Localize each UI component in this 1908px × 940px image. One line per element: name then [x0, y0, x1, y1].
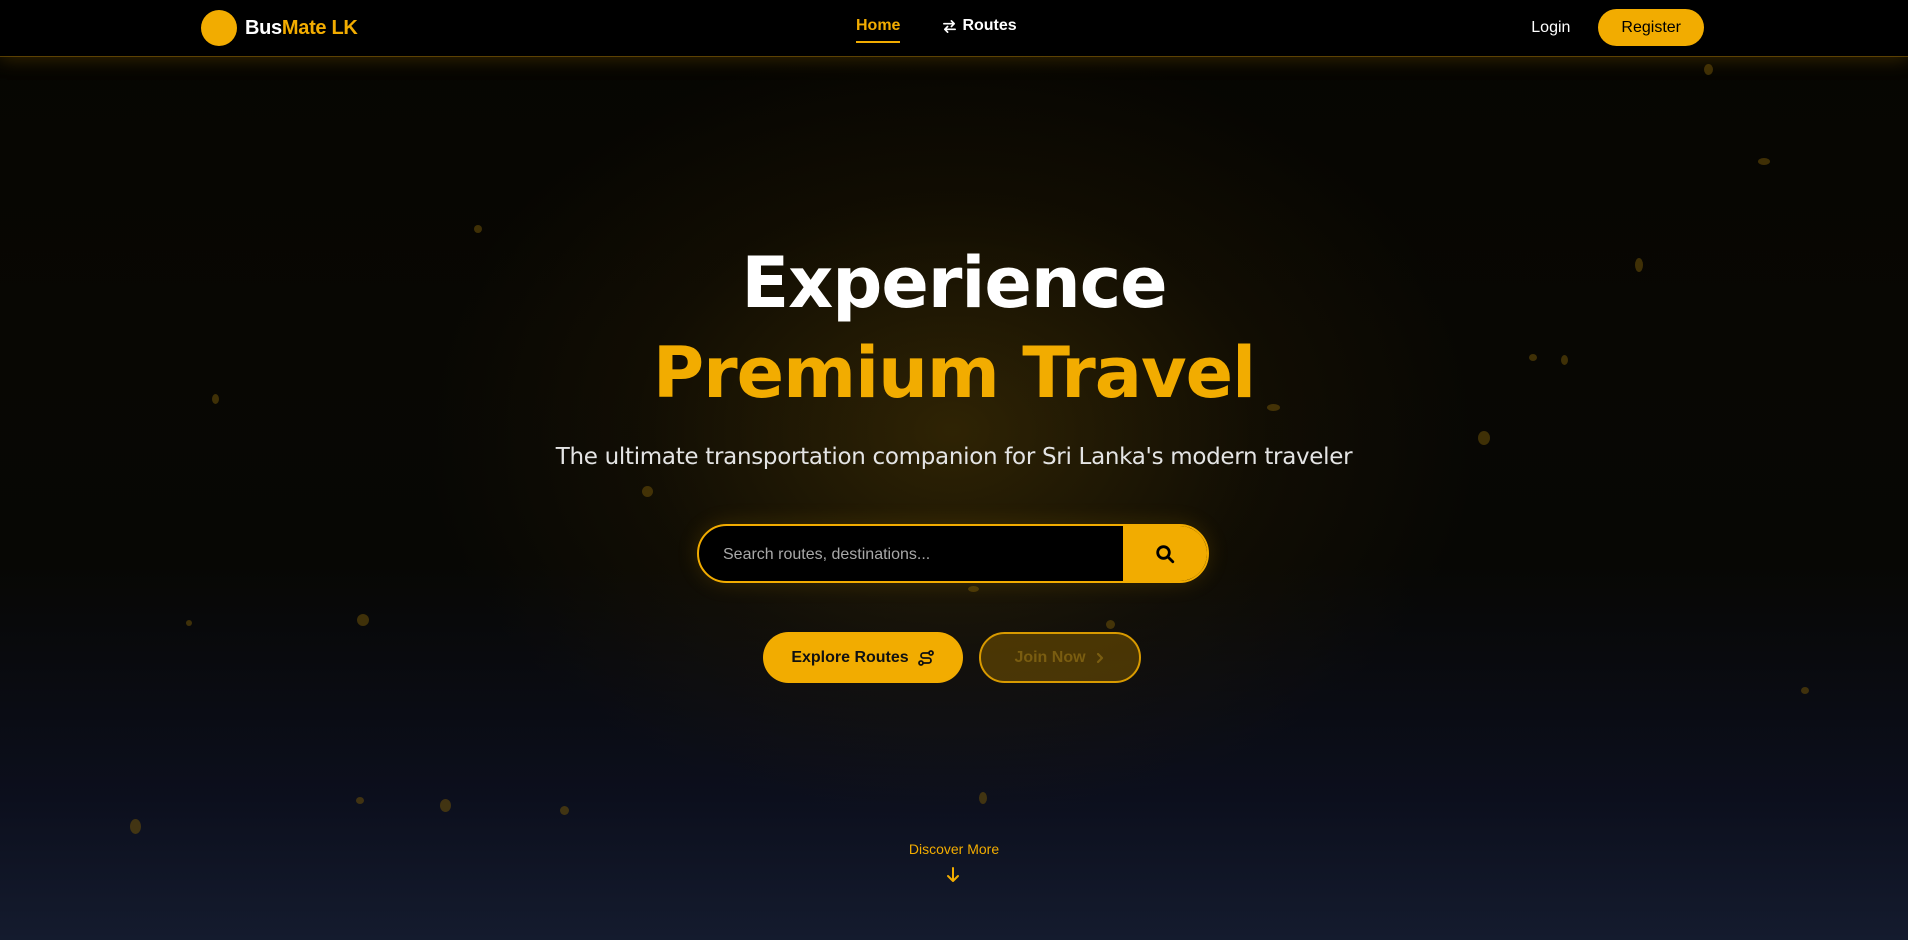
brand-name: BusMate LK — [245, 17, 358, 40]
nav-link-home-label: Home — [856, 17, 901, 34]
arrow-down-icon[interactable] — [945, 866, 961, 889]
explore-routes-label: Explore Routes — [791, 648, 909, 666]
join-now-button[interactable]: Join Now — [979, 632, 1141, 683]
nav-link-routes-label: Routes — [962, 17, 1017, 34]
brand-logo-icon — [201, 10, 237, 46]
hero-title-line1: Experience — [741, 242, 1167, 324]
decorative-dot — [130, 819, 141, 834]
hero-subtitle: The ultimate transportation companion fo… — [555, 444, 1353, 470]
brand-name-part2: Mate LK — [281, 16, 358, 39]
top-navbar: BusMate LK Home Routes Login Register — [0, 0, 1908, 57]
route-icon — [917, 649, 935, 667]
decorative-dot — [560, 806, 569, 815]
auth-nav: Login Register — [1531, 9, 1704, 46]
decorative-dot — [474, 225, 482, 233]
search-button[interactable] — [1123, 526, 1207, 581]
decorative-dot — [1801, 687, 1809, 694]
brand-name-part1: Bus — [245, 16, 282, 39]
hero-title-line2: Premium Travel — [652, 332, 1256, 414]
page: BusMate LK Home Routes Login Register Ex… — [0, 0, 1908, 940]
main-nav: Home Routes — [856, 17, 1017, 43]
register-button[interactable]: Register — [1598, 9, 1704, 46]
brand-logo-link[interactable]: BusMate LK — [201, 10, 358, 46]
decorative-dot — [440, 799, 451, 812]
decorative-dot — [642, 486, 653, 497]
join-now-label: Join Now — [1014, 648, 1086, 666]
explore-routes-button[interactable]: Explore Routes — [763, 632, 963, 683]
hero-actions: Explore Routes Join Now — [763, 632, 1141, 683]
decorative-dot — [968, 586, 979, 592]
decorative-dot — [1758, 158, 1770, 165]
discover-more-link[interactable]: Discover More — [0, 841, 1908, 857]
login-link[interactable]: Login — [1531, 19, 1570, 37]
nav-link-home[interactable]: Home — [856, 17, 901, 43]
decorative-dot — [356, 797, 364, 804]
search-icon — [1155, 544, 1175, 564]
search-input[interactable] — [699, 526, 1123, 581]
search-bar — [697, 524, 1209, 583]
routes-arrows-icon — [942, 19, 957, 34]
decorative-dot — [979, 792, 987, 804]
decorative-dot — [186, 620, 192, 626]
chevron-right-icon — [1094, 652, 1106, 664]
decorative-dot — [1704, 64, 1713, 75]
decorative-dot — [1106, 620, 1115, 629]
decorative-dot — [1478, 431, 1490, 445]
decorative-dot — [357, 614, 369, 626]
nav-link-routes[interactable]: Routes — [942, 17, 1017, 35]
